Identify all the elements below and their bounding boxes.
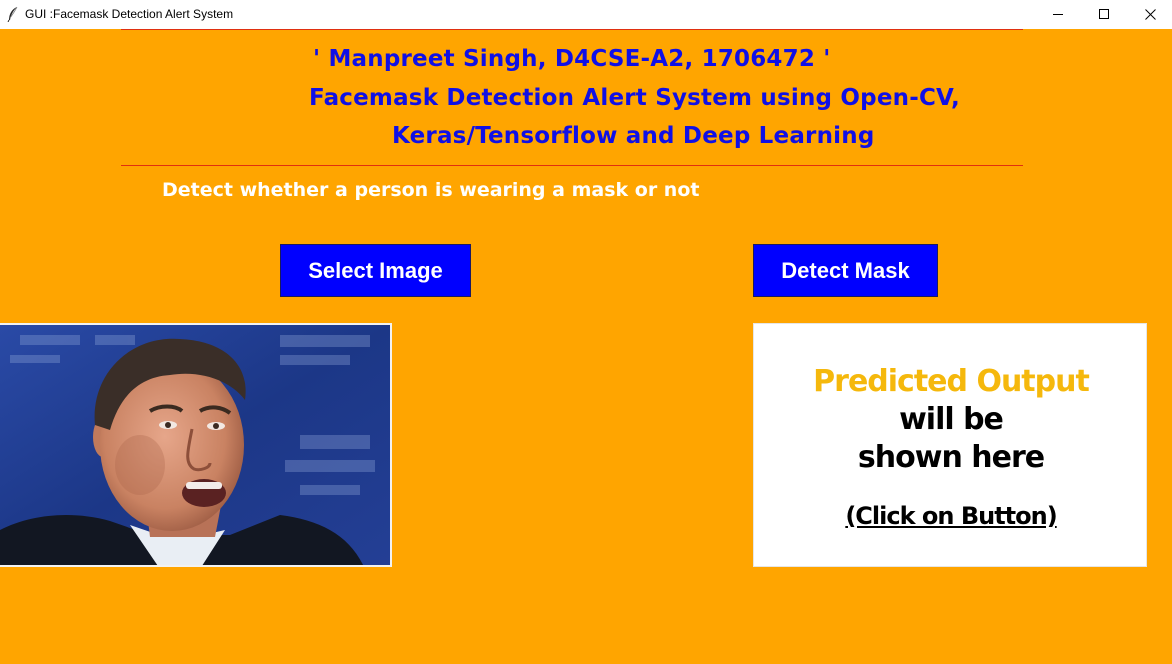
face-photo	[0, 325, 390, 565]
minimize-button[interactable]	[1035, 0, 1081, 29]
subtitle: Detect whether a person is wearing a mas…	[162, 179, 700, 201]
author-heading: ' Manpreet Singh, D4CSE-A2, 1706472 '	[313, 46, 831, 72]
close-button[interactable]	[1127, 0, 1172, 29]
selected-image-preview	[0, 323, 392, 567]
predicted-output-label: Predicted Output	[813, 364, 1090, 399]
title-bar[interactable]: GUI :Facemask Detection Alert System	[0, 0, 1172, 29]
window-title: GUI :Facemask Detection Alert System	[25, 7, 234, 21]
maximize-icon	[1098, 5, 1110, 24]
detect-mask-button[interactable]: Detect Mask	[753, 244, 938, 297]
app-window: GUI :Facemask Detection Alert System ' M…	[0, 0, 1172, 664]
maximize-button[interactable]	[1081, 0, 1127, 29]
project-title-line-2: Keras/Tensorflow and Deep Learning	[392, 123, 875, 149]
project-title-line-1: Facemask Detection Alert System using Op…	[309, 85, 960, 111]
header-divider-top	[121, 29, 1023, 30]
click-on-button-hint: (Click on Button)	[845, 502, 1057, 530]
output-text-line-3: shown here	[857, 440, 1045, 475]
close-icon	[1144, 5, 1156, 24]
minimize-icon	[1052, 5, 1064, 24]
output-text-line-2: will be	[899, 402, 1004, 437]
select-image-button[interactable]: Select Image	[280, 244, 471, 297]
prediction-output-panel: Predicted Output will be shown here (Cli…	[753, 323, 1147, 567]
feather-icon	[6, 6, 20, 23]
header-divider-bottom	[121, 165, 1023, 166]
